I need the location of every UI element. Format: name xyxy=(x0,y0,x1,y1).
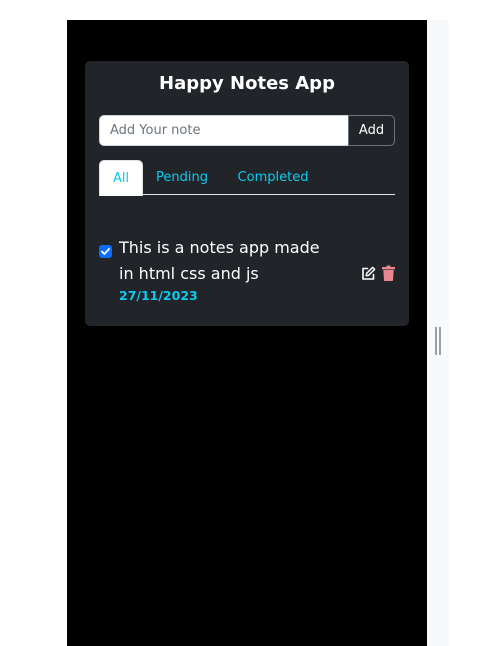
note-checkbox[interactable] xyxy=(99,245,112,258)
add-button[interactable]: Add xyxy=(348,115,395,146)
app-title: Happy Notes App xyxy=(159,73,335,94)
tab-completed[interactable]: Completed xyxy=(223,160,323,195)
check-icon xyxy=(101,248,110,255)
resize-handle[interactable] xyxy=(435,327,441,355)
trash-icon[interactable] xyxy=(382,265,395,281)
notes-card: Happy Notes App Add All Pending Complete… xyxy=(85,61,409,326)
edit-icon[interactable] xyxy=(361,266,376,281)
add-note-group: Add xyxy=(99,115,395,146)
note-text: This is a notes app made in html css and… xyxy=(119,238,320,283)
filter-tabs: All Pending Completed xyxy=(99,160,395,196)
note-date: 27/11/2023 xyxy=(119,288,198,303)
tab-all[interactable]: All xyxy=(99,160,143,196)
tab-pending[interactable]: Pending xyxy=(145,160,219,195)
note-input[interactable] xyxy=(99,115,348,146)
note-item: This is a notes app made in html css and… xyxy=(99,235,395,307)
